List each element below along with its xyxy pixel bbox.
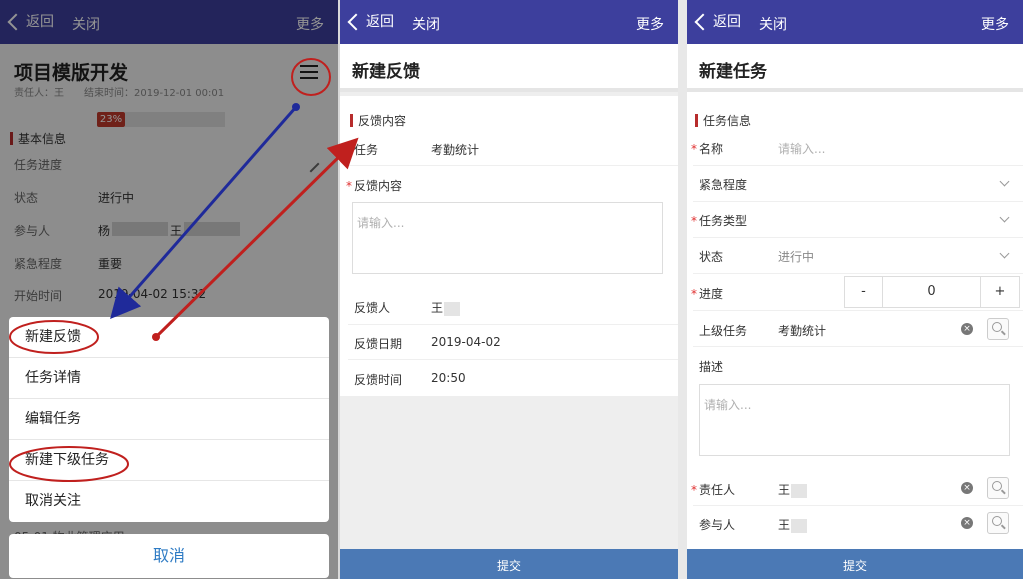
cancel-button[interactable]: 取消 (9, 534, 329, 578)
parent-task-value: 考勤统计 (778, 324, 827, 338)
nav-bar: 返回 关闭 更多 (340, 0, 678, 44)
more-button[interactable]: 更多 (636, 14, 664, 34)
progress-label: * 进度 (691, 287, 724, 301)
back-button[interactable]: 返回 (347, 11, 394, 31)
action-new-subtask[interactable]: 新建下级任务 (9, 440, 329, 481)
page-title-bar: 新建反馈 (340, 44, 678, 92)
task-label: 任务 (354, 143, 379, 157)
action-unfollow[interactable]: 取消关注 (9, 481, 329, 522)
name-label: * 名称 (691, 142, 724, 156)
action-edit-task[interactable]: 编辑任务 (9, 399, 329, 440)
action-task-detail[interactable]: 任务详情 (9, 358, 329, 399)
content-placeholder: 请输入... (357, 216, 405, 230)
progress-minus-button[interactable]: - (845, 277, 883, 307)
status-value[interactable]: 进行中 (778, 248, 814, 265)
clear-icon[interactable]: × (961, 482, 973, 494)
task-value: 考勤统计 (431, 143, 480, 157)
progress-stepper: - 0 + (844, 276, 1020, 308)
task-type-label: * 任务类型 (691, 214, 748, 228)
search-icon[interactable] (987, 477, 1009, 499)
clear-icon[interactable]: × (961, 323, 973, 335)
action-new-feedback[interactable]: 新建反馈 (9, 317, 329, 358)
feedback-date-label: 反馈日期 (354, 337, 403, 351)
participant-label: 参与人 (699, 518, 736, 532)
task-form: 任务信息 * 名称 请输入... 紧急程度 * 任务类型 状态 进行中 * 进度 - … (687, 96, 1023, 549)
chevron-down-icon[interactable] (999, 248, 1010, 259)
parent-task-label: 上级任务 (699, 324, 748, 338)
section-feedback: 反馈内容 (350, 112, 406, 129)
submit-button[interactable]: 提交 (687, 549, 1023, 579)
divider (678, 0, 687, 579)
description-label: 描述 (699, 360, 724, 374)
feedback-time-label: 反馈时间 (354, 373, 403, 387)
progress-plus-button[interactable]: + (981, 277, 1019, 307)
clear-icon[interactable]: × (961, 517, 973, 529)
feedback-date-value[interactable]: 2019-04-02 (431, 335, 501, 349)
search-icon[interactable] (987, 512, 1009, 534)
name-input[interactable]: 请输入... (778, 140, 825, 157)
submit-button[interactable]: 提交 (340, 549, 678, 579)
feedback-time-value[interactable]: 20:50 (431, 371, 466, 385)
more-button[interactable]: 更多 (981, 14, 1009, 34)
chevron-down-icon[interactable] (999, 176, 1010, 187)
new-feedback-panel: 返回 关闭 更多 新建反馈 反馈内容 任务 考勤统计 * 反馈内容 请输入... … (340, 0, 678, 579)
page-title-bar: 新建任务 (687, 44, 1023, 92)
new-task-panel: 返回 关闭 更多 新建任务 任务信息 * 名称 请输入... 紧急程度 * 任务类型… (687, 0, 1023, 579)
participant-value: 王 (778, 516, 808, 533)
chevron-left-icon (347, 13, 365, 30)
feedback-content-textarea[interactable]: 请输入... (352, 202, 663, 274)
close-button[interactable]: 关闭 (759, 14, 787, 34)
feedback-person-value: 王 (431, 299, 461, 316)
back-button[interactable]: 返回 (694, 11, 741, 31)
back-label: 返回 (713, 14, 741, 30)
feedback-person-label: 反馈人 (354, 301, 391, 315)
owner-label: * 责任人 (691, 483, 736, 497)
description-textarea[interactable]: 请输入... (699, 384, 1010, 456)
page-title: 新建反馈 (352, 62, 420, 82)
content-label: * 反馈内容 (346, 179, 403, 193)
back-label: 返回 (366, 14, 394, 30)
nav-bar: 返回 关闭 更多 (687, 0, 1023, 44)
progress-value[interactable]: 0 (883, 277, 981, 307)
section-task-label: 任务信息 (703, 114, 752, 128)
description-placeholder: 请输入... (704, 398, 752, 412)
chevron-left-icon (694, 13, 712, 30)
status-label: 状态 (699, 250, 724, 264)
chevron-down-icon[interactable] (999, 212, 1010, 223)
action-sheet: 新建反馈 任务详情 编辑任务 新建下级任务 取消关注 (9, 317, 329, 522)
owner-value: 王 (778, 481, 808, 498)
close-button[interactable]: 关闭 (412, 14, 440, 34)
section-task-info: 任务信息 (695, 112, 751, 129)
search-icon[interactable] (987, 318, 1009, 340)
feedback-form: 反馈内容 任务 考勤统计 * 反馈内容 请输入... 反馈人 王 反馈日期 201… (340, 96, 678, 396)
urgency-label: 紧急程度 (699, 178, 748, 192)
page-title: 新建任务 (699, 62, 767, 82)
section-feedback-label: 反馈内容 (358, 114, 407, 128)
task-detail-panel: 返回 关闭 更多 项目模版开发 责任人：王 结束时间：2019-12-01 00… (0, 0, 338, 579)
